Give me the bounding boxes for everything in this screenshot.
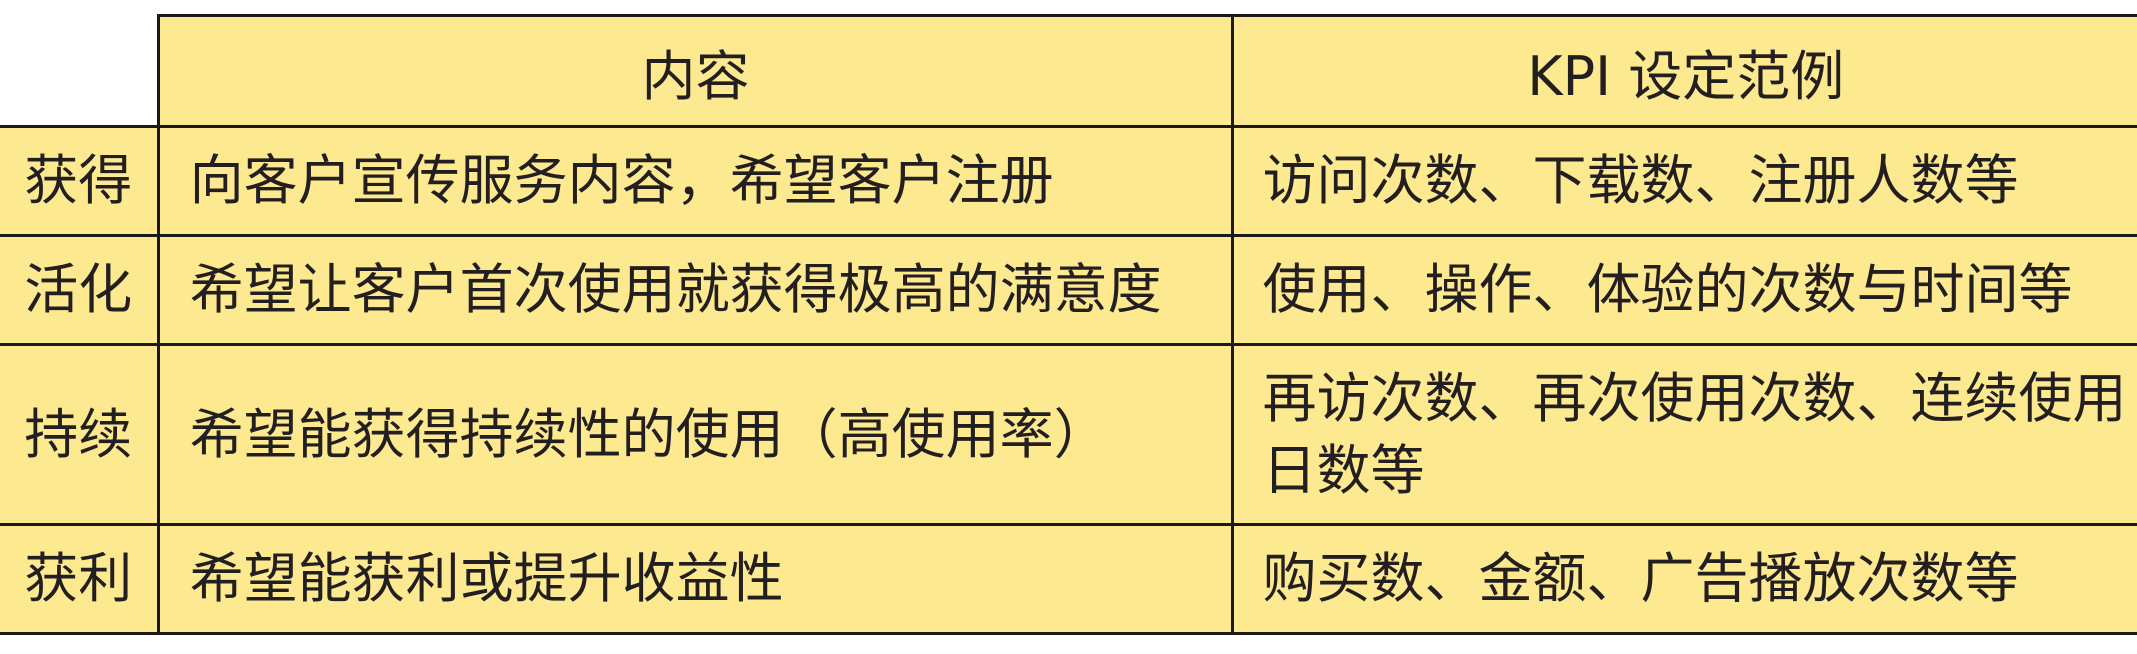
stage-label: 活化	[0, 235, 160, 346]
kpi-cell: 访问次数、下载数、注册人数等	[1232, 126, 2137, 237]
content-cell: 希望让客户首次使用就获得极高的满意度	[158, 235, 1235, 346]
kpi-cell: 使用、操作、体验的次数与时间等	[1232, 235, 2137, 346]
header-kpi: KPI 设定范例	[1232, 14, 2137, 128]
header-content: 内容	[156, 14, 1235, 128]
kpi-table: 内容 KPI 设定范例 获得 向客户宣传服务内容，希望客户注册 访问次数、下载数…	[0, 14, 2137, 635]
stage-label: 持续	[0, 344, 160, 526]
header-corner-cell	[0, 15, 159, 128]
table-row: 活化 希望让客户首次使用就获得极高的满意度 使用、操作、体验的次数与时间等	[0, 235, 2137, 346]
content-cell: 希望能获利或提升收益性	[158, 524, 1235, 635]
content-cell: 向客户宣传服务内容，希望客户注册	[158, 126, 1235, 237]
stage-label: 获利	[0, 524, 160, 635]
kpi-cell: 购买数、金额、广告播放次数等	[1232, 524, 2137, 635]
table-row: 持续 希望能获得持续性的使用（高使用率） 再访次数、再次使用次数、连续使用日数等	[0, 344, 2137, 526]
content-cell: 希望能获得持续性的使用（高使用率）	[158, 344, 1235, 526]
stage-label: 获得	[0, 126, 160, 237]
table-row: 获利 希望能获利或提升收益性 购买数、金额、广告播放次数等	[0, 524, 2137, 635]
header-row: 内容 KPI 设定范例	[0, 14, 2137, 128]
table-row: 获得 向客户宣传服务内容，希望客户注册 访问次数、下载数、注册人数等	[0, 126, 2137, 237]
kpi-cell: 再访次数、再次使用次数、连续使用日数等	[1232, 344, 2137, 526]
